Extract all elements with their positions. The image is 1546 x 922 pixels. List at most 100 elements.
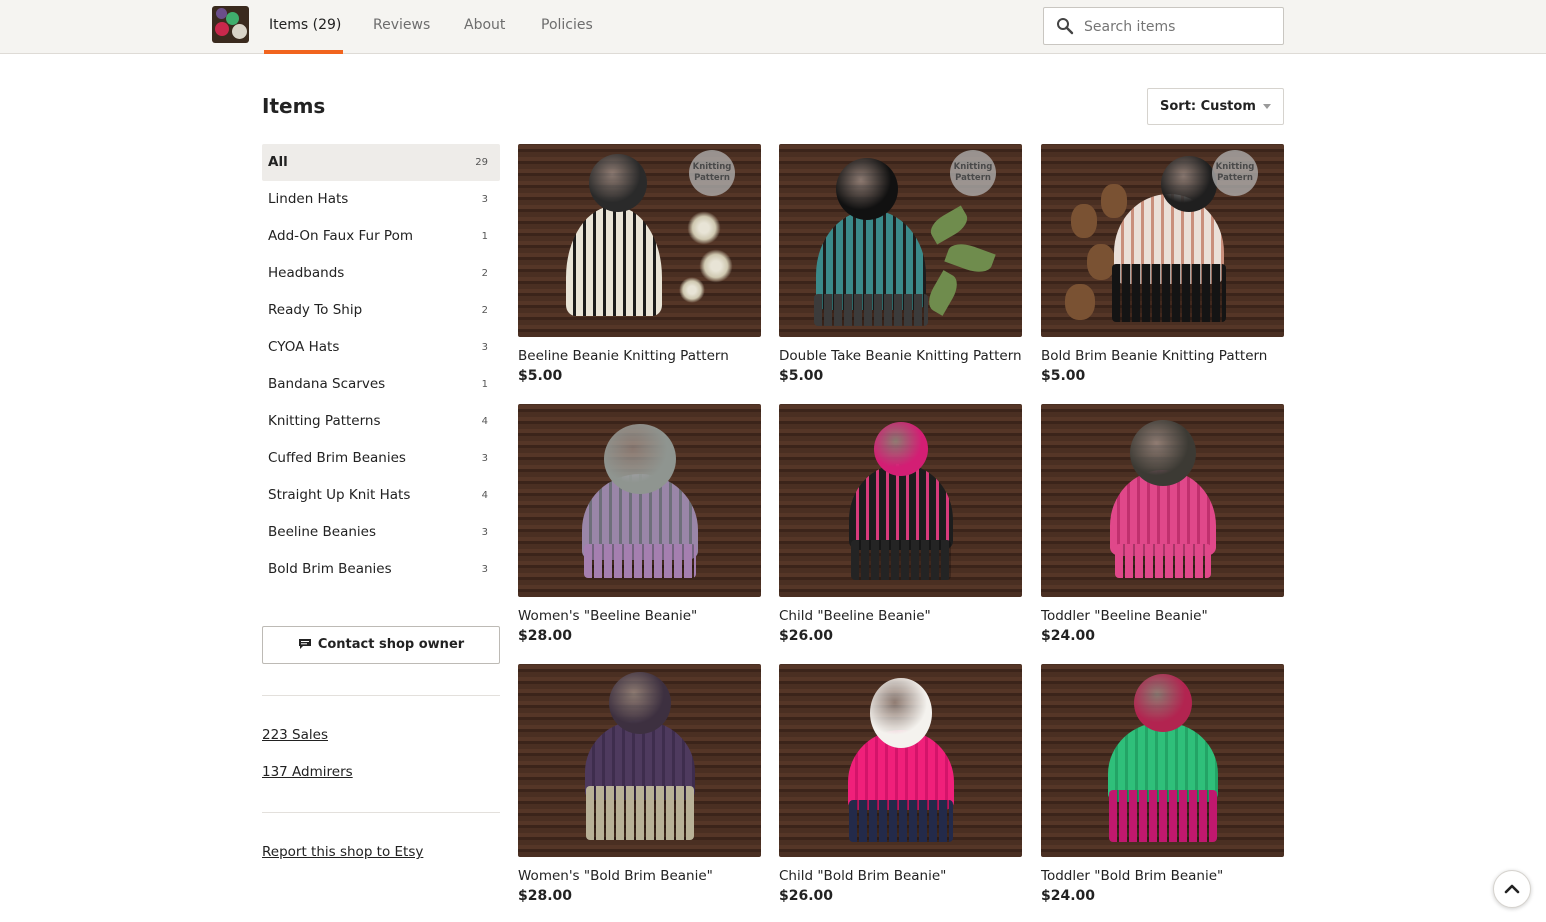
category-count: 3	[481, 453, 488, 464]
product-card[interactable]: Knitting Pattern Beeline Beanie Knitting…	[518, 144, 761, 384]
category-label: Bold Brim Beanies	[268, 561, 392, 577]
product-title[interactable]: Bold Brim Beanie Knitting Pattern	[1041, 348, 1267, 364]
category-label: Cuffed Brim Beanies	[268, 450, 406, 466]
product-title[interactable]: Child "Beeline Beanie"	[779, 608, 931, 624]
tab-policies[interactable]: Policies	[541, 0, 593, 54]
hat-pom	[869, 678, 932, 748]
chevron-up-icon	[1504, 884, 1520, 894]
sidebar-item-cyoa-hats[interactable]: CYOA Hats 3	[262, 329, 500, 366]
product-price: $28.00	[518, 628, 573, 644]
scroll-to-top-button[interactable]	[1493, 870, 1531, 908]
sort-label: Sort: Custom	[1160, 99, 1256, 114]
product-card[interactable]: Women's "Bold Brim Beanie" $28.00	[518, 664, 761, 904]
search-icon[interactable]	[1056, 17, 1074, 35]
category-label: Bandana Scarves	[268, 376, 386, 392]
hat-brim	[1108, 790, 1217, 842]
sidebar-item-ready-to-ship[interactable]: Ready To Ship 2	[262, 292, 500, 329]
tab-items[interactable]: Items (29)	[269, 0, 341, 54]
hat-brim	[850, 540, 951, 580]
sidebar-item-headbands[interactable]: Headbands 2	[262, 255, 500, 292]
product-price: $26.00	[779, 888, 834, 904]
product-title[interactable]: Beeline Beanie Knitting Pattern	[518, 348, 729, 364]
sidebar-item-straight-up-knit-hats[interactable]: Straight Up Knit Hats 4	[262, 477, 500, 514]
product-card[interactable]: Toddler "Bold Brim Beanie" $24.00	[1041, 664, 1284, 904]
category-count: 1	[481, 231, 488, 242]
product-card[interactable]: Child "Beeline Beanie" $26.00	[779, 404, 1022, 644]
product-title[interactable]: Toddler "Beeline Beanie"	[1041, 608, 1208, 624]
product-image	[779, 664, 1022, 857]
product-title[interactable]: Toddler "Bold Brim Beanie"	[1041, 868, 1223, 884]
tab-reviews[interactable]: Reviews	[373, 0, 430, 54]
product-image	[1041, 664, 1284, 857]
product-image	[518, 664, 761, 857]
shop-logo[interactable]	[212, 6, 249, 43]
active-tab-indicator	[264, 50, 343, 54]
hat-brim	[814, 294, 928, 326]
product-card[interactable]: Knitting Pattern Double Take Beanie Knit…	[779, 144, 1022, 384]
sidebar-item-linden-hats[interactable]: Linden Hats 3	[262, 181, 500, 218]
sidebar-item-all[interactable]: All 29	[262, 144, 500, 181]
sidebar-item-add-on-faux-fur-pom[interactable]: Add-On Faux Fur Pom 1	[262, 218, 500, 255]
search-input[interactable]	[1082, 14, 1276, 40]
category-count: 3	[481, 564, 488, 575]
knitting-pattern-badge: Knitting Pattern	[1212, 150, 1258, 196]
category-label: All	[268, 154, 288, 170]
sidebar-item-knitting-patterns[interactable]: Knitting Patterns 4	[262, 403, 500, 440]
product-price: $24.00	[1041, 888, 1096, 904]
hat-brim	[1112, 264, 1226, 322]
product-price: $5.00	[779, 368, 824, 384]
category-count: 2	[481, 305, 488, 316]
product-price: $5.00	[518, 368, 563, 384]
hat-pom	[603, 424, 676, 494]
sort-dropdown[interactable]: Sort: Custom	[1147, 88, 1284, 125]
hat-pom	[1133, 674, 1192, 732]
shop-nav-bar: Items (29) Reviews About Policies	[0, 0, 1546, 54]
product-image: Knitting Pattern	[1041, 144, 1284, 337]
divider	[262, 695, 500, 696]
product-card[interactable]: Child "Bold Brim Beanie" $26.00	[779, 664, 1022, 904]
product-card[interactable]: Knitting Pattern Bold Brim Beanie Knitti…	[1041, 144, 1284, 384]
category-count: 29	[475, 157, 488, 168]
report-shop-link[interactable]: Report this shop to Etsy	[262, 844, 423, 860]
category-count: 2	[481, 268, 488, 279]
product-image	[779, 404, 1022, 597]
contact-shop-owner-button[interactable]: Contact shop owner	[262, 626, 500, 664]
sidebar-item-bold-brim-beanies[interactable]: Bold Brim Beanies 3	[262, 551, 500, 588]
hat-pom	[1161, 156, 1217, 212]
hat-body	[848, 464, 953, 550]
category-label: CYOA Hats	[268, 339, 340, 355]
search-box	[1043, 7, 1284, 45]
product-title[interactable]: Double Take Beanie Knitting Pattern	[779, 348, 1022, 364]
hat-brim	[1114, 544, 1211, 578]
product-image	[518, 404, 761, 597]
product-image	[1041, 404, 1284, 597]
hat-pom	[1129, 420, 1196, 486]
category-count: 4	[481, 490, 488, 501]
product-title[interactable]: Women's "Bold Brim Beanie"	[518, 868, 713, 884]
sidebar-item-bandana-scarves[interactable]: Bandana Scarves 1	[262, 366, 500, 403]
category-count: 3	[481, 194, 488, 205]
hat-pom	[589, 154, 647, 212]
admirers-link[interactable]: 137 Admirers	[262, 764, 353, 780]
product-card[interactable]: Toddler "Beeline Beanie" $24.00	[1041, 404, 1284, 644]
product-price: $24.00	[1041, 628, 1096, 644]
contact-button-content: Contact shop owner	[263, 637, 499, 652]
sidebar-item-cuffed-brim-beanies[interactable]: Cuffed Brim Beanies 3	[262, 440, 500, 477]
product-card[interactable]: Women's "Beeline Beanie" $28.00	[518, 404, 761, 644]
category-label: Linden Hats	[268, 191, 349, 207]
chevron-down-icon	[1263, 104, 1271, 109]
product-image: Knitting Pattern	[518, 144, 761, 337]
product-image: Knitting Pattern	[779, 144, 1022, 337]
category-count: 4	[481, 416, 488, 427]
product-title[interactable]: Child "Bold Brim Beanie"	[779, 868, 946, 884]
category-count: 1	[481, 379, 488, 390]
knitting-pattern-badge: Knitting Pattern	[950, 150, 996, 196]
tab-about[interactable]: About	[464, 0, 505, 54]
product-title[interactable]: Women's "Beeline Beanie"	[518, 608, 697, 624]
divider	[262, 812, 500, 813]
product-price: $28.00	[518, 888, 573, 904]
product-price: $5.00	[1041, 368, 1086, 384]
sidebar-item-beeline-beanies[interactable]: Beeline Beanies 3	[262, 514, 500, 551]
hat-pom	[873, 422, 928, 476]
sales-link[interactable]: 223 Sales	[262, 727, 328, 743]
